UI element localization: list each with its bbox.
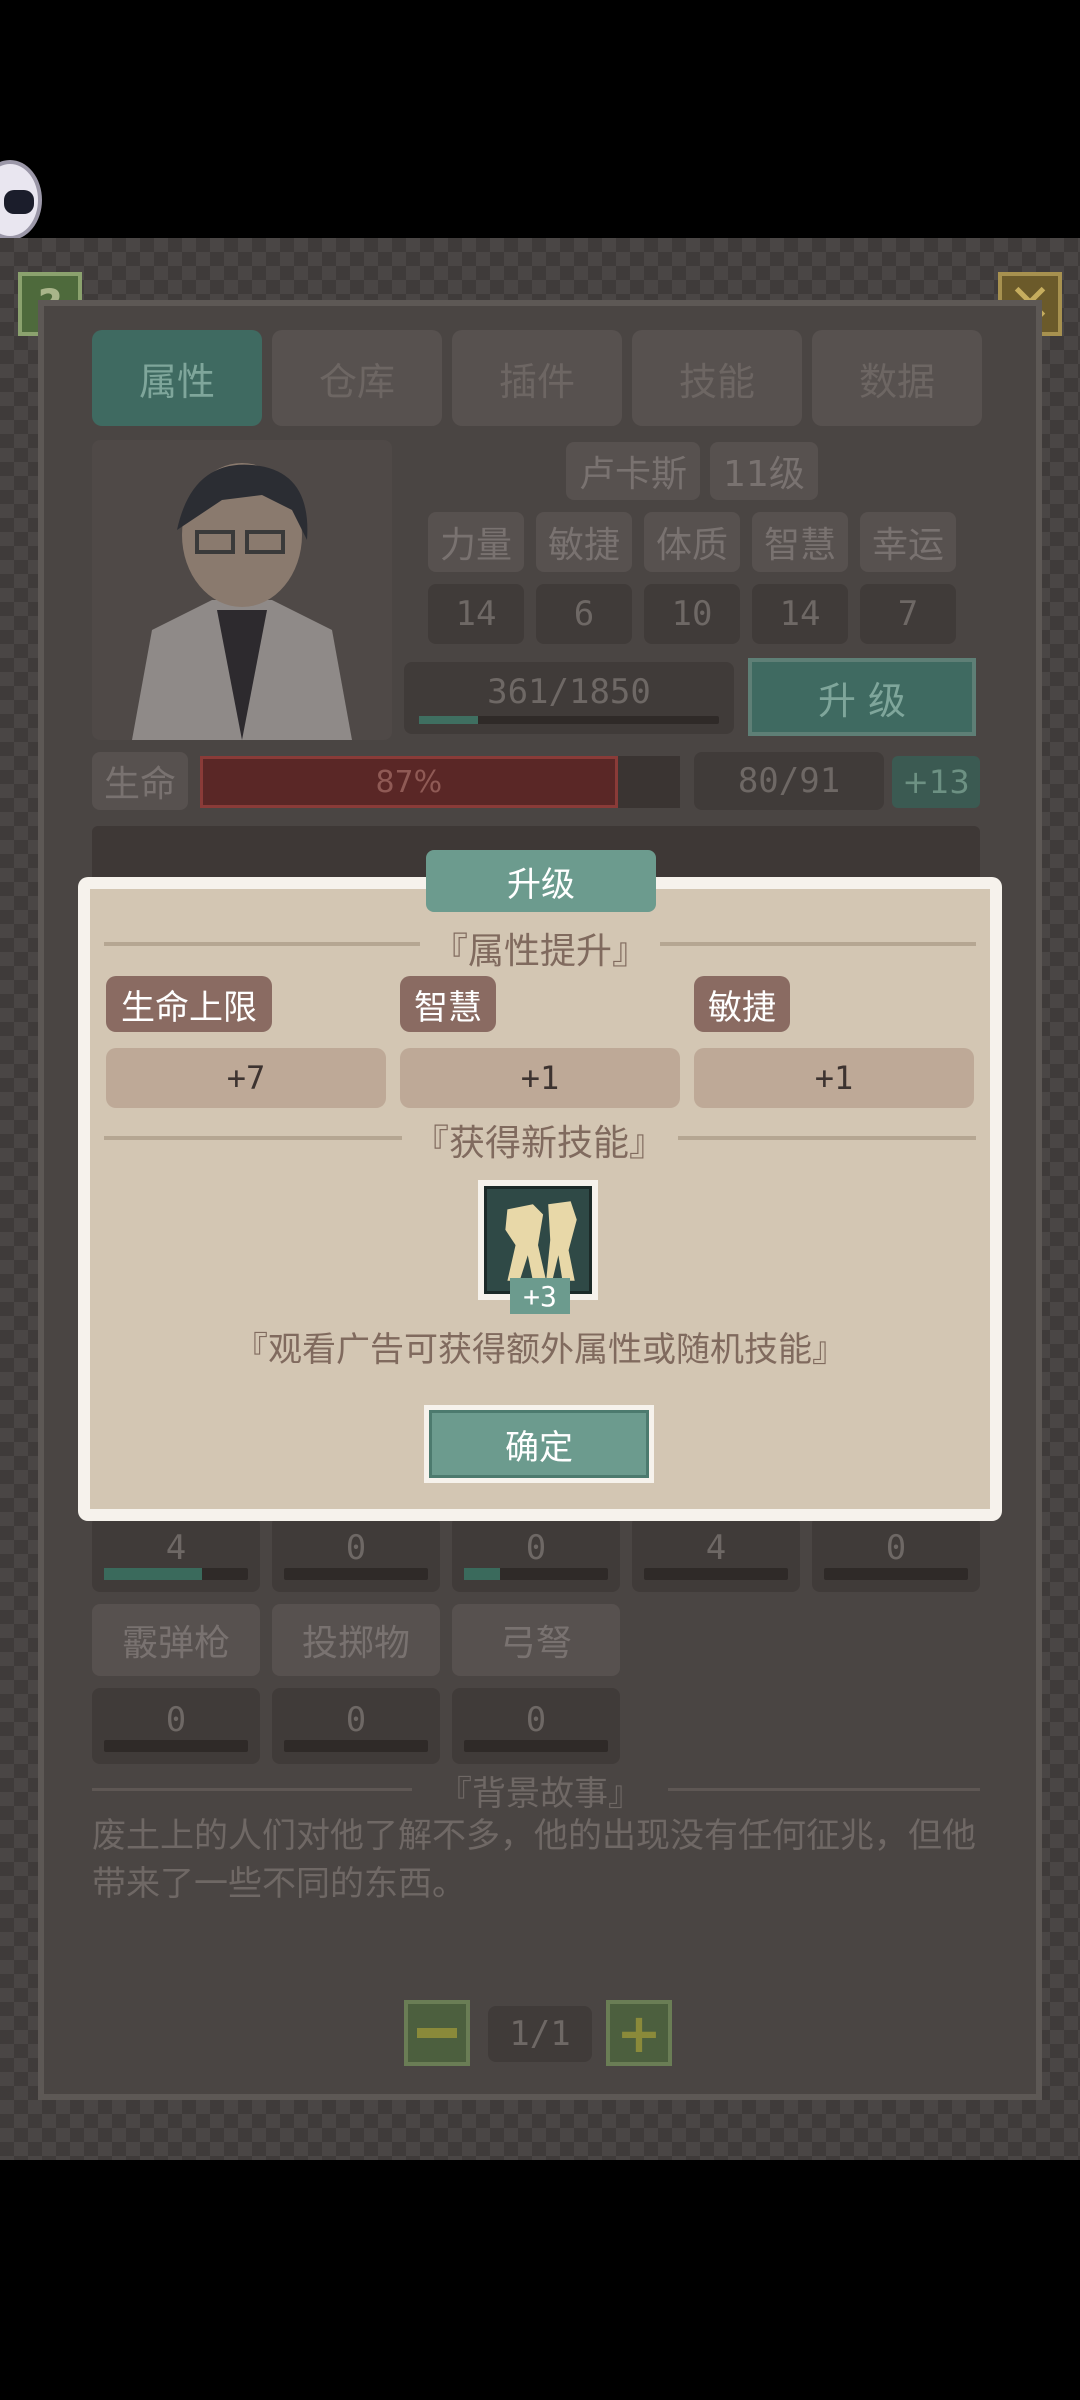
tab-data[interactable]: 数据 [812, 330, 982, 426]
weapon2-stat-3-bar [464, 1740, 608, 1752]
weapon-stat-1-bar [104, 1568, 248, 1580]
exp-bar [419, 716, 719, 724]
upgrade-button[interactable]: 升 级 [748, 658, 976, 736]
attr-value-strength: 14 [428, 584, 524, 644]
weapon2-stat-2-bar [284, 1740, 428, 1752]
minus-icon [417, 2028, 457, 2038]
story-divider-right [668, 1788, 980, 1791]
gain-label-agility: 敏捷 [694, 976, 790, 1032]
weapon2-stat-1: 0 [92, 1688, 260, 1764]
gain-label-wisdom: 智慧 [400, 976, 496, 1032]
hp-bonus: +13 [892, 756, 980, 808]
attr-label-agility: 敏捷 [536, 512, 632, 572]
weapon-stat-2: 0 [272, 1516, 440, 1592]
tab-plugins[interactable]: 插件 [452, 330, 622, 426]
weapon2-stat-1-bar [104, 1740, 248, 1752]
weapon-stat-4: 4 [632, 1516, 800, 1592]
weapon-stat-1: 4 [92, 1516, 260, 1592]
attr-label-wisdom: 智慧 [752, 512, 848, 572]
weapon-label-bows: 弓弩 [452, 1604, 620, 1676]
attr-label-constitution: 体质 [644, 512, 740, 572]
weapon-stat-3-bar [464, 1568, 608, 1580]
attr-value-constitution: 10 [644, 584, 740, 644]
skill-divider-right [678, 1136, 976, 1140]
story-title: 『背景故事』 [438, 1774, 642, 1814]
attr-section-title: 『属性提升』 [431, 931, 648, 972]
character-level: 11级 [710, 442, 818, 500]
weapon2-stat-2: 0 [272, 1688, 440, 1764]
attr-label-strength: 力量 [428, 512, 524, 572]
weapon-stat-2-bar [284, 1568, 428, 1580]
bubble-eyes-icon [4, 190, 34, 214]
weapon2-stat-3: 0 [452, 1688, 620, 1764]
page-indicator: 1/1 [488, 2006, 592, 2062]
skill-section-title: 『获得新技能』 [412, 1123, 665, 1164]
weapon-stat-5-bar [824, 1568, 968, 1580]
weapon-stat-5: 0 [812, 1516, 980, 1592]
attr-value-agility: 6 [536, 584, 632, 644]
confirm-button[interactable]: 确定 [424, 1405, 654, 1483]
weapon-stat-3: 0 [452, 1516, 620, 1592]
gain-value-agility: +1 [694, 1048, 974, 1108]
tab-warehouse[interactable]: 仓库 [272, 330, 442, 426]
story-text: 废土上的人们对他了解不多，他的出现没有任何征兆，但他带来了一些不同的东西。 [92, 1816, 976, 1904]
skill-count-badge: +3 [510, 1278, 570, 1314]
hp-label: 生命 [92, 752, 188, 810]
exp-text: 361/1850 [487, 672, 651, 712]
hp-bar: 87% [200, 756, 680, 808]
gain-value-wisdom: +1 [400, 1048, 680, 1108]
hp-bar-fill: 87% [200, 756, 618, 808]
dialog-title: 升级 [426, 850, 656, 912]
tab-skills[interactable]: 技能 [632, 330, 802, 426]
attr-value-luck: 7 [860, 584, 956, 644]
gain-value-max-hp: +7 [106, 1048, 386, 1108]
attr-divider-right [660, 942, 976, 946]
plus-icon: + [616, 2001, 662, 2065]
page-prev-button[interactable] [404, 2000, 470, 2066]
confirm-label: 确定 [429, 1410, 649, 1478]
tab-attributes[interactable]: 属性 [92, 330, 262, 426]
attr-label-luck: 幸运 [860, 512, 956, 572]
character-portrait [92, 440, 392, 740]
ad-hint-text: 『观看广告可获得额外属性或随机技能』 [234, 1330, 846, 1370]
hp-value: 80/91 [694, 752, 884, 810]
character-name: 卢卡斯 [566, 442, 700, 500]
exp-progress: 361/1850 [404, 662, 734, 734]
attr-value-wisdom: 14 [752, 584, 848, 644]
floating-chat-bubble[interactable] [0, 160, 42, 240]
attr-divider-left [104, 942, 420, 946]
page-next-button[interactable]: + [606, 2000, 672, 2066]
weapon-stat-4-bar [644, 1568, 788, 1580]
weapon-label-throwables: 投掷物 [272, 1604, 440, 1676]
weapon-label-shotgun: 霰弹枪 [92, 1604, 260, 1676]
gain-label-max-hp: 生命上限 [106, 976, 272, 1032]
story-divider-left [92, 1788, 412, 1791]
skill-divider-left [104, 1136, 402, 1140]
